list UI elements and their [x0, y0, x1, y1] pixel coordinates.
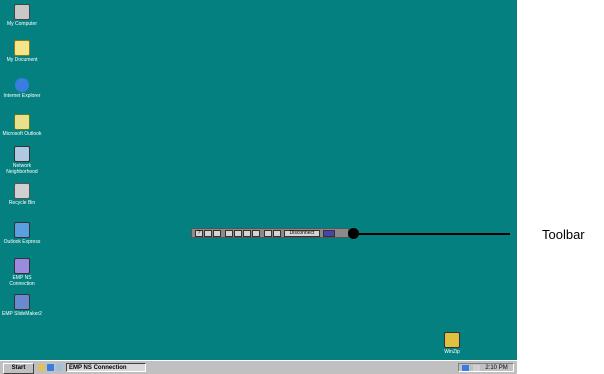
icon-label: EMP NS Connection — [9, 275, 35, 287]
folder-icon — [14, 40, 30, 56]
callout-label: Toolbar — [542, 227, 585, 242]
undo-button[interactable] — [252, 230, 260, 237]
emp-toolbar: ? Disconnect — [191, 228, 349, 238]
help-button[interactable]: ? — [195, 230, 203, 237]
pause-button[interactable] — [225, 230, 233, 237]
disconnect-button[interactable]: Disconnect — [284, 230, 320, 237]
desktop-icon-recycle-bin[interactable]: Recycle Bin — [0, 183, 44, 206]
outlook-quicklaunch-icon[interactable] — [56, 364, 63, 371]
icon-label: My Computer — [6, 21, 37, 27]
desktop-icon-outlook-express[interactable]: Outlook Express — [0, 222, 44, 245]
minimize-button[interactable] — [323, 230, 335, 237]
taskbar: Start EMP NS Connection 2:10 PM — [0, 360, 517, 374]
screen-button[interactable] — [273, 230, 281, 237]
desktop-icon-my-document[interactable]: My Document — [0, 40, 44, 63]
emp-slidemaker-icon — [14, 294, 30, 310]
desktop: My Computer My Document Internet Explore… — [0, 0, 517, 360]
desktop-quicklaunch-icon[interactable] — [38, 364, 45, 371]
desktop-icon-microsoft-outlook[interactable]: Microsoft Outlook — [0, 114, 44, 137]
icon-label: Microsoft Outlook — [2, 131, 42, 137]
volume-tray-icon[interactable] — [472, 365, 480, 371]
desktop-icon-network-neighborhood[interactable]: Network Neighborhood — [0, 146, 44, 175]
ie-quicklaunch-icon[interactable] — [47, 364, 54, 371]
icon-label: EMP SlideMaker2 — [2, 311, 42, 317]
clock: 2:10 PM — [485, 365, 508, 371]
icon-label: Network Neighborhood — [6, 163, 38, 175]
outlook-icon — [14, 114, 30, 130]
icon-label: WinZip — [444, 349, 460, 355]
start-button[interactable]: Start — [3, 363, 34, 374]
desktop-icon-winzip[interactable]: WinZip — [430, 332, 474, 355]
display-button[interactable] — [204, 230, 212, 237]
winzip-icon — [444, 332, 460, 348]
outlook-express-icon — [14, 222, 30, 238]
mute-button[interactable] — [234, 230, 242, 237]
icon-label: Internet Explorer — [3, 93, 41, 99]
emp-ns-icon — [14, 258, 30, 274]
network-icon — [14, 146, 30, 162]
callout-line — [357, 233, 510, 235]
desktop-icon-emp-slidemaker2[interactable]: EMP SlideMaker2 — [0, 294, 44, 317]
input-button[interactable] — [264, 230, 272, 237]
doc-button[interactable] — [213, 230, 221, 237]
icon-label: Recycle Bin — [8, 200, 36, 206]
network-tray-icon[interactable] — [462, 365, 469, 371]
system-tray: 2:10 PM — [458, 363, 514, 372]
icon-label: Outlook Express — [3, 239, 41, 245]
desktop-icon-my-computer[interactable]: My Computer — [0, 4, 44, 27]
desktop-icon-emp-ns-connection[interactable]: EMP NS Connection — [0, 258, 44, 287]
desktop-icon-internet-explorer[interactable]: Internet Explorer — [0, 78, 44, 99]
ie-icon — [15, 78, 29, 92]
recycle-bin-icon — [14, 183, 30, 199]
icon-label: My Document — [6, 57, 38, 63]
computer-icon — [14, 4, 30, 20]
taskbar-button-emp-ns-connection[interactable]: EMP NS Connection — [66, 363, 146, 372]
pointer-button[interactable] — [243, 230, 251, 237]
